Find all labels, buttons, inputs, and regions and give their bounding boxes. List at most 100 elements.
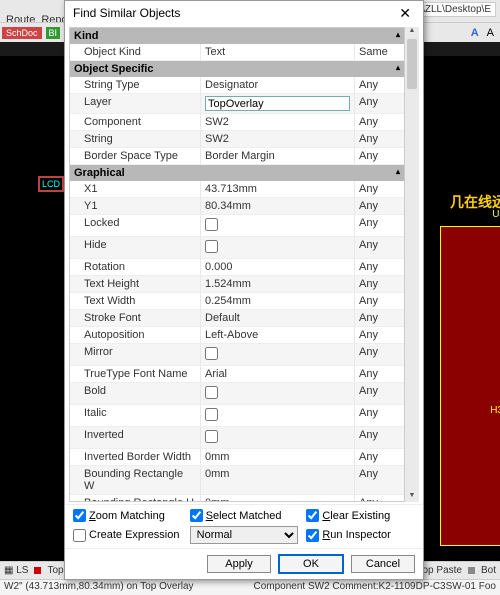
match-hide[interactable]: Any bbox=[354, 237, 404, 258]
label-stroke-font: Stroke Font bbox=[70, 310, 200, 326]
match-inverted[interactable]: Any bbox=[354, 427, 404, 448]
layer-input[interactable] bbox=[205, 96, 350, 111]
match-locked[interactable]: Any bbox=[354, 215, 404, 236]
section-object-specific[interactable]: Object Specific▴ bbox=[70, 61, 404, 77]
match-bound-w[interactable]: Any bbox=[354, 466, 404, 494]
color-swatch-red bbox=[34, 567, 41, 574]
tab-toppaste[interactable]: Top Paste bbox=[418, 565, 462, 576]
match-tt-font[interactable]: Any bbox=[354, 366, 404, 382]
value-tt-font[interactable]: Arial bbox=[200, 366, 354, 382]
status-coords: W2" (43.713mm,80.34mm) on Top Overlay bbox=[4, 581, 194, 594]
label-italic: Italic bbox=[70, 405, 200, 426]
match-border-space[interactable]: Any bbox=[354, 148, 404, 164]
apply-button[interactable]: Apply bbox=[207, 555, 271, 573]
match-string[interactable]: Any bbox=[354, 131, 404, 147]
match-layer[interactable]: Any bbox=[354, 94, 404, 113]
value-object-kind[interactable]: Text bbox=[200, 44, 354, 60]
select-matched-checkbox[interactable]: Select Matched bbox=[190, 509, 299, 522]
dialog-options: Zoom Matching Select Matched Clear Exist… bbox=[65, 504, 423, 548]
color-swatch-gray2 bbox=[468, 567, 475, 574]
scroll-down-icon[interactable]: ▼ bbox=[405, 492, 419, 502]
clear-existing-checkbox[interactable]: Clear Existing bbox=[306, 509, 415, 522]
value-bound-h[interactable]: 0mm bbox=[200, 495, 354, 502]
match-text-width[interactable]: Any bbox=[354, 293, 404, 309]
match-italic[interactable]: Any bbox=[354, 405, 404, 426]
match-component[interactable]: Any bbox=[354, 114, 404, 130]
tab-top[interactable]: Top bbox=[47, 565, 63, 576]
match-bold[interactable]: Any bbox=[354, 383, 404, 404]
label-hide: Hide bbox=[70, 237, 200, 258]
scroll-thumb[interactable] bbox=[407, 39, 417, 89]
label-tt-font: TrueType Font Name bbox=[70, 366, 200, 382]
ok-button[interactable]: OK bbox=[279, 555, 343, 573]
label-locked: Locked bbox=[70, 215, 200, 236]
mask-mode-select[interactable]: Normal bbox=[190, 526, 299, 544]
label-layer: Layer bbox=[70, 94, 200, 113]
value-text-width[interactable]: 0.254mm bbox=[200, 293, 354, 309]
zoom-matching-checkbox[interactable]: Zoom Matching bbox=[73, 509, 182, 522]
match-bound-h[interactable]: Any bbox=[354, 495, 404, 502]
value-component[interactable]: SW2 bbox=[200, 114, 354, 130]
label-bound-w: Bounding Rectangle W bbox=[70, 466, 200, 494]
collapse-icon[interactable]: ▴ bbox=[396, 30, 400, 42]
value-y1[interactable]: 80.34mm bbox=[200, 198, 354, 214]
schdoc-tab[interactable]: SchDoc bbox=[2, 27, 42, 39]
match-inv-border[interactable]: Any bbox=[354, 449, 404, 465]
run-inspector-checkbox[interactable]: Run Inspector bbox=[306, 529, 415, 542]
value-string-type[interactable]: Designator bbox=[200, 77, 354, 93]
match-autoposition[interactable]: Any bbox=[354, 327, 404, 343]
status-component: Component SW2 Comment:K2-1109DP-C3SW-01 … bbox=[253, 581, 496, 594]
section-graphical[interactable]: Graphical▴ bbox=[70, 165, 404, 181]
pcb-board-area: U3 H3 bbox=[440, 226, 500, 546]
value-inv-border[interactable]: 0mm bbox=[200, 449, 354, 465]
value-string[interactable]: SW2 bbox=[200, 131, 354, 147]
label-string-type: String Type bbox=[70, 77, 200, 93]
tab-ls[interactable]: ▦ LS bbox=[4, 565, 28, 576]
value-layer[interactable] bbox=[200, 94, 354, 113]
match-mirror[interactable]: Any bbox=[354, 344, 404, 365]
locked-checkbox[interactable] bbox=[205, 218, 218, 231]
font-tool-icon[interactable]: A bbox=[487, 27, 494, 39]
file-path: \ZLL\Desktop\E bbox=[417, 2, 496, 17]
mirror-checkbox[interactable] bbox=[205, 347, 218, 360]
value-bound-w[interactable]: 0mm bbox=[200, 466, 354, 494]
text-tool-icon[interactable]: A bbox=[471, 27, 479, 39]
dialog-buttons: Apply OK Cancel bbox=[65, 548, 423, 579]
scrollbar[interactable]: ▲ ▼ bbox=[405, 27, 419, 502]
inverted-checkbox[interactable] bbox=[205, 430, 218, 443]
section-kind[interactable]: Kind▴ bbox=[70, 28, 404, 44]
tab-bot[interactable]: Bot bbox=[481, 565, 496, 576]
label-y1: Y1 bbox=[70, 198, 200, 214]
hide-checkbox[interactable] bbox=[205, 240, 218, 253]
label-inverted: Inverted bbox=[70, 427, 200, 448]
scroll-up-icon[interactable]: ▲ bbox=[405, 27, 419, 37]
bi-tab[interactable]: BI bbox=[46, 27, 61, 39]
match-x1[interactable]: Any bbox=[354, 181, 404, 197]
match-text-height[interactable]: Any bbox=[354, 276, 404, 292]
bold-checkbox[interactable] bbox=[205, 386, 218, 399]
label-mirror: Mirror bbox=[70, 344, 200, 365]
value-autoposition[interactable]: Left-Above bbox=[200, 327, 354, 343]
match-rotation[interactable]: Any bbox=[354, 259, 404, 275]
close-icon[interactable]: ✕ bbox=[395, 5, 415, 22]
match-stroke-font[interactable]: Any bbox=[354, 310, 404, 326]
properties-grid: Kind▴ Object KindTextSame Object Specifi… bbox=[69, 27, 405, 502]
italic-checkbox[interactable] bbox=[205, 408, 218, 421]
label-border-space: Border Space Type bbox=[70, 148, 200, 164]
value-x1[interactable]: 43.713mm bbox=[200, 181, 354, 197]
value-text-height[interactable]: 1.524mm bbox=[200, 276, 354, 292]
create-expression-checkbox[interactable]: Create Expression bbox=[73, 529, 182, 542]
match-string-type[interactable]: Any bbox=[354, 77, 404, 93]
comp-u3: U3 bbox=[492, 209, 500, 220]
match-y1[interactable]: Any bbox=[354, 198, 404, 214]
label-string: String bbox=[70, 131, 200, 147]
label-bold: Bold bbox=[70, 383, 200, 404]
collapse-icon[interactable]: ▴ bbox=[396, 63, 400, 75]
value-border-space[interactable]: Border Margin bbox=[200, 148, 354, 164]
label-text-width: Text Width bbox=[70, 293, 200, 309]
value-rotation[interactable]: 0.000 bbox=[200, 259, 354, 275]
cancel-button[interactable]: Cancel bbox=[351, 555, 415, 573]
collapse-icon[interactable]: ▴ bbox=[396, 167, 400, 179]
match-object-kind[interactable]: Same bbox=[354, 44, 404, 60]
value-stroke-font[interactable]: Default bbox=[200, 310, 354, 326]
